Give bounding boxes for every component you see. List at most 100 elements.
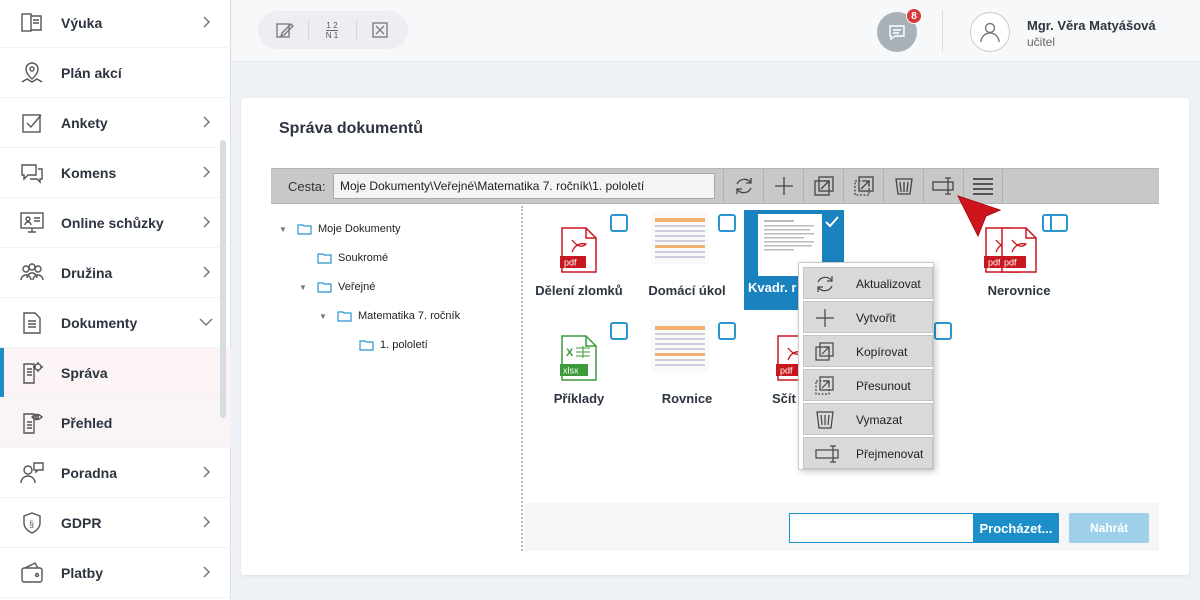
document-eye-icon — [23, 413, 43, 434]
refresh-icon — [735, 178, 752, 194]
document-manager-card: Správa dokumentů Cesta: ▼ Moje Dok — [241, 98, 1189, 575]
sidebar-item-online-schuzky[interactable]: Online schůzky — [0, 198, 231, 248]
tree-node[interactable]: Soukromé — [317, 250, 388, 266]
file-checkbox[interactable] — [610, 214, 628, 232]
menu-item-label: Přesunout — [856, 379, 911, 393]
file-checkbox[interactable] — [718, 322, 736, 340]
tree-expander[interactable]: ▼ — [279, 225, 289, 234]
document-gear-icon — [23, 362, 43, 384]
message-icon — [889, 25, 905, 41]
tree-node[interactable]: ▼ Veřejné — [299, 279, 375, 295]
pdf-file-icon: pdf — [1000, 227, 1037, 273]
avatar[interactable] — [970, 12, 1010, 52]
sidebar-item-label: Přehled — [61, 414, 113, 431]
tree-expander[interactable]: ▼ — [299, 283, 309, 292]
svg-text:pdf: pdf — [780, 366, 793, 376]
sidebar-item-plan-akci[interactable]: Plán akcí — [0, 48, 231, 98]
topbar-divider — [942, 10, 943, 52]
sidebar: Výuka Plán akcí Ankety Komens Online sch… — [0, 0, 231, 600]
browse-button[interactable]: Procházet... — [973, 513, 1059, 543]
move-button[interactable] — [843, 169, 883, 203]
plus-icon — [816, 309, 834, 327]
file-checkbox[interactable] — [934, 322, 952, 340]
group-icon — [20, 263, 44, 281]
folder-icon — [297, 224, 312, 235]
sidebar-item-ankety[interactable]: Ankety — [0, 98, 231, 148]
file-path-input[interactable] — [789, 513, 975, 543]
menu-item-refresh[interactable]: Aktualizovat — [803, 267, 933, 299]
tree-node[interactable]: ▼ Matematika 7. ročník — [319, 308, 460, 324]
context-menu: Aktualizovat Vytvořit Kopírovat Přesunou… — [798, 262, 934, 470]
file-checkbox[interactable] — [1050, 214, 1068, 232]
topbar: 1 2 N 1 8 Mgr. Věra Matyášová učitel — [232, 0, 1200, 62]
upload-button[interactable]: Nahrát — [1069, 513, 1149, 543]
refresh-icon — [817, 276, 833, 292]
close-box-button[interactable] — [366, 16, 394, 44]
file-checkbox[interactable] — [610, 322, 628, 340]
folder-icon — [317, 253, 332, 264]
file-item[interactable]: pdf Dělení zlomků — [530, 208, 628, 308]
book-icon — [21, 13, 42, 32]
sidebar-item-poradna[interactable]: Poradna — [0, 448, 231, 498]
sidebar-item-komens[interactable]: Komens — [0, 148, 231, 198]
user-name[interactable]: Mgr. Věra Matyášová — [1027, 18, 1156, 33]
tree-node[interactable]: ▼ Moje Dokumenty — [279, 221, 401, 237]
path-label: Cesta: — [288, 179, 326, 194]
sidebar-item-label: GDPR — [61, 514, 102, 531]
sidebar-item-label: Online schůzky — [61, 214, 164, 231]
toolbar-pill: 1 2 N 1 — [258, 11, 408, 49]
delete-button[interactable] — [883, 169, 923, 203]
tree-node[interactable]: 1. pololetí — [359, 337, 428, 353]
sidebar-item-label: Družina — [61, 264, 113, 281]
file-item[interactable]: Rovnice — [638, 316, 736, 416]
user-icon — [980, 22, 1000, 43]
path-input[interactable] — [333, 173, 715, 199]
sidebar-item-label: Plán akcí — [61, 64, 122, 81]
map-pin-icon — [21, 62, 43, 83]
rename-icon — [815, 445, 839, 463]
sidebar-item-druzina[interactable]: Družina — [0, 248, 231, 298]
menu-item-create[interactable]: Vytvořit — [803, 301, 933, 333]
menu-item-rename[interactable]: Přejmenovat — [803, 437, 933, 469]
create-button[interactable] — [763, 169, 803, 203]
tree-expander[interactable]: ▼ — [319, 312, 329, 321]
refresh-button[interactable] — [723, 169, 763, 203]
svg-text:X: X — [566, 347, 574, 359]
file-name: Nerovnice — [987, 283, 1051, 298]
checkmark-icon[interactable] — [824, 214, 840, 230]
wallet-icon — [21, 562, 43, 583]
tree-splitter[interactable] — [521, 206, 523, 551]
sidebar-item-prehled[interactable]: Přehled — [0, 398, 231, 448]
sidebar-item-platby[interactable]: Platby — [0, 548, 231, 598]
copy-icon — [815, 342, 834, 361]
close-box-icon — [372, 22, 388, 38]
menu-item-label: Kopírovat — [856, 345, 908, 359]
menu-item-move[interactable]: Přesunout — [803, 369, 933, 401]
trash-icon — [894, 178, 913, 195]
move-icon — [853, 176, 874, 196]
move-icon — [815, 376, 834, 395]
menu-item-copy[interactable]: Kopírovat — [803, 335, 933, 367]
menu-item-delete[interactable]: Vymazat — [803, 403, 933, 435]
sidebar-item-vyuka[interactable]: Výuka — [0, 0, 231, 48]
pointer-arrow-icon — [957, 195, 1002, 238]
file-checkbox[interactable] — [718, 214, 736, 232]
svg-text:§: § — [29, 519, 34, 529]
sidebar-item-gdpr[interactable]: § GDPR — [0, 498, 231, 548]
file-item[interactable]: Domácí úkol — [638, 208, 736, 308]
copy-button[interactable] — [803, 169, 843, 203]
svg-text:pdf: pdf — [1004, 258, 1017, 268]
sidebar-item-dokumenty[interactable]: Dokumenty — [0, 298, 231, 348]
sidebar-item-sprava[interactable]: Správa — [0, 348, 231, 398]
chevron-right-icon — [203, 566, 211, 578]
sidebar-scrollbar[interactable] — [220, 140, 226, 418]
file-name: Příklady — [553, 391, 605, 406]
spreadsheet-thumbnail-icon — [651, 320, 709, 372]
file-item[interactable]: Xxlsx Příklady — [530, 316, 628, 416]
edit-button[interactable] — [270, 16, 298, 44]
ratio-button[interactable]: 1 2 N 1 — [318, 16, 346, 44]
tree-label: Soukromé — [338, 252, 389, 264]
menu-item-label: Vymazat — [856, 413, 903, 427]
ratio-icon: 1 2 N 1 — [325, 21, 339, 40]
counsel-icon — [20, 462, 44, 484]
